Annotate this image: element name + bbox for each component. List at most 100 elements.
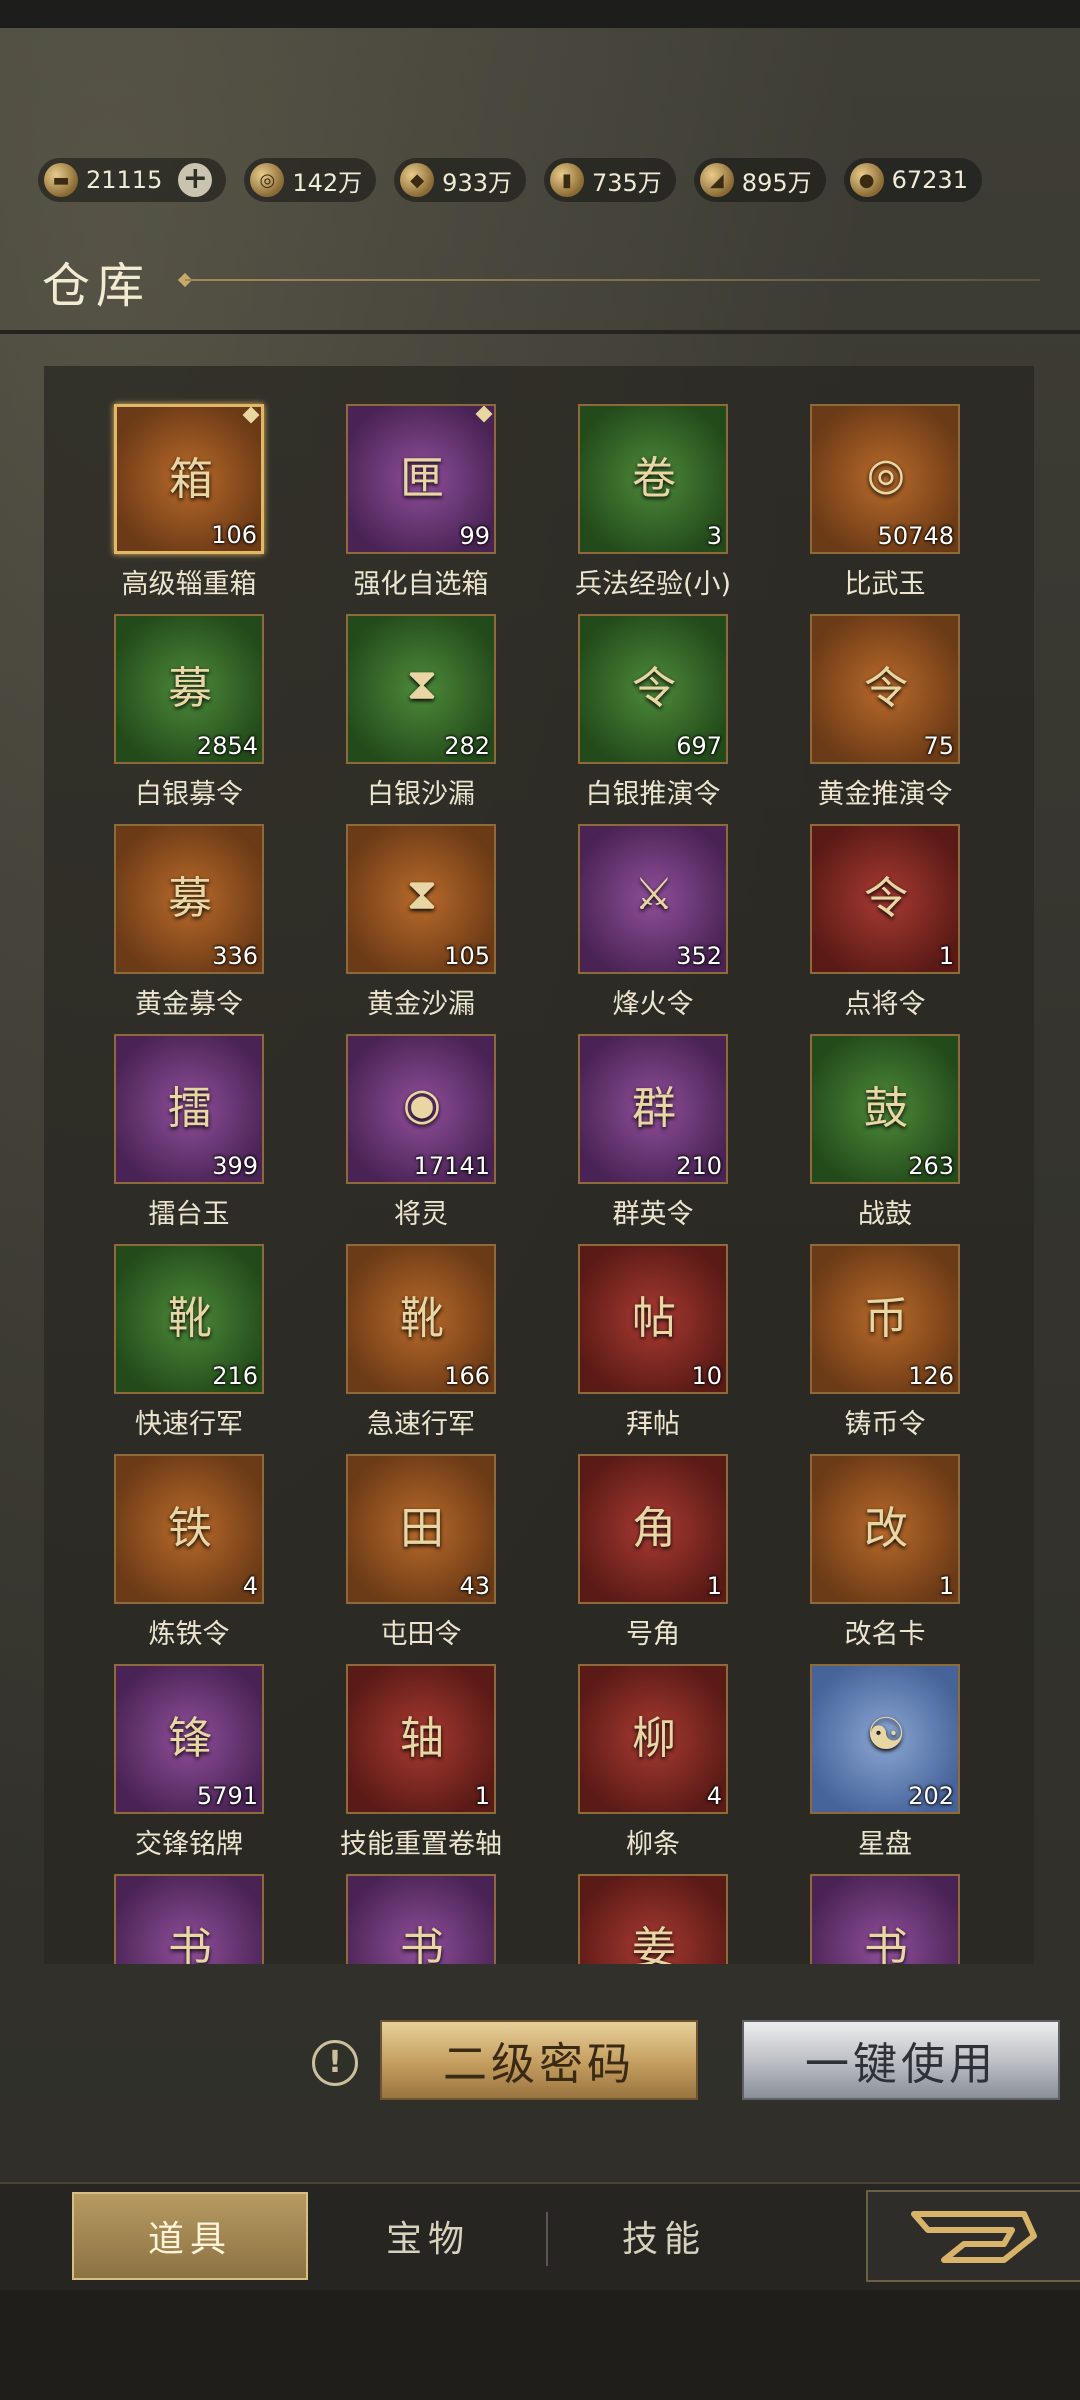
item-slot[interactable]: 募 336 黄金募令: [44, 786, 276, 1020]
item-slot[interactable]: ◉ 17141 将灵: [276, 996, 508, 1230]
item-slot[interactable]: 柳 4 柳条: [508, 1626, 740, 1860]
item-slot[interactable]: 姜: [508, 1836, 740, 1964]
item-art-icon: ☯: [866, 1708, 906, 1760]
item-icon-tile[interactable]: 令 697: [578, 614, 728, 764]
resource-bronze-medal: ● 67231: [843, 158, 982, 202]
item-icon-tile[interactable]: 靴 216: [114, 1244, 264, 1394]
item-slot[interactable]: ⧗ 105 黄金沙漏: [276, 786, 508, 1020]
use-all-button[interactable]: 一键使用: [742, 2020, 1060, 2100]
item-slot[interactable]: 轴 1 技能重置卷轴: [276, 1626, 508, 1860]
item-count: 1: [938, 1572, 954, 1600]
item-icon-tile[interactable]: 锋 5791: [114, 1664, 264, 1814]
item-slot[interactable]: ◎ 50748 比武玉: [740, 366, 972, 600]
item-art-icon: 书: [864, 1923, 908, 1964]
item-slot[interactable]: ⚔ 352 烽火令: [508, 786, 740, 1020]
item-icon-tile[interactable]: 募 2854: [114, 614, 264, 764]
item-icon-tile[interactable]: 匣 99: [346, 404, 496, 554]
item-slot[interactable]: 匣 99 强化自选箱: [276, 366, 508, 600]
item-count: 216: [212, 1362, 258, 1390]
item-art-icon: 田: [400, 1503, 444, 1554]
item-icon-tile[interactable]: 鼓 263: [810, 1034, 960, 1184]
warning-icon[interactable]: !: [312, 2040, 358, 2086]
item-slot[interactable]: 田 43 屯田令: [276, 1416, 508, 1650]
item-icon-tile[interactable]: 书: [810, 1874, 960, 1964]
item-slot[interactable]: 群 210 群英令: [508, 996, 740, 1230]
item-icon-tile[interactable]: 柳4: [578, 1664, 728, 1814]
item-icon-tile[interactable]: ⚔ 352: [578, 824, 728, 974]
item-slot[interactable]: 募 2854 白银募令: [44, 576, 276, 810]
item-slot[interactable]: 书: [740, 1836, 972, 1964]
item-icon-tile[interactable]: 轴1: [346, 1664, 496, 1814]
title-divider: [185, 279, 1040, 281]
item-slot[interactable]: 靴 216 快速行军: [44, 1206, 276, 1440]
tab-treasures[interactable]: 宝物: [310, 2192, 546, 2280]
item-icon-tile[interactable]: 书: [114, 1874, 264, 1964]
item-icon-tile[interactable]: 姜: [578, 1874, 728, 1964]
item-icon-tile[interactable]: 募 336: [114, 824, 264, 974]
item-icon-tile[interactable]: 令 75: [810, 614, 960, 764]
item-art-icon: 令: [632, 663, 676, 714]
item-slot[interactable]: 箱 106 高级辎重箱: [44, 366, 276, 600]
item-icon-tile[interactable]: 田 43: [346, 1454, 496, 1604]
item-icon-tile[interactable]: 币 126: [810, 1244, 960, 1394]
item-icon-tile[interactable]: 铁4: [114, 1454, 264, 1604]
secondary-password-button[interactable]: 二级密码: [380, 2020, 698, 2100]
item-slot[interactable]: ⧗ 282 白银沙漏: [276, 576, 508, 810]
item-slot[interactable]: 铁 4 炼铁令: [44, 1416, 276, 1650]
item-icon-tile[interactable]: ☯ 202: [810, 1664, 960, 1814]
item-count: 697: [676, 732, 722, 760]
item-icon-tile[interactable]: ◉ 17141: [346, 1034, 496, 1184]
item-icon-tile[interactable]: 群 210: [578, 1034, 728, 1184]
page-title: 仓库: [42, 258, 151, 314]
item-slot[interactable]: 书: [44, 1836, 276, 1964]
item-slot[interactable]: 令 697 白银推演令: [508, 576, 740, 810]
item-icon-tile[interactable]: ⧗ 282: [346, 614, 496, 764]
add-gold-button[interactable]: +: [178, 163, 213, 197]
resource-value: 735万: [591, 168, 662, 197]
item-icon-tile[interactable]: ◎ 50748: [810, 404, 960, 554]
item-icon-tile[interactable]: 靴 166: [346, 1244, 496, 1394]
item-art-icon: 书: [400, 1923, 444, 1964]
item-art-icon: 匣: [400, 453, 444, 504]
back-button[interactable]: [866, 2190, 1080, 2282]
tab-skills[interactable]: 技能: [546, 2192, 782, 2280]
item-icon-tile[interactable]: 角1: [578, 1454, 728, 1604]
item-count: 5791: [196, 1782, 258, 1810]
item-slot[interactable]: 令 75 黄金推演令: [740, 576, 972, 810]
gold-ingot-icon: ▬: [44, 163, 78, 197]
item-icon-tile[interactable]: 擂 399: [114, 1034, 264, 1184]
item-art-icon: ⧗: [406, 868, 438, 920]
item-icon-tile[interactable]: 卷3: [578, 404, 728, 554]
item-count: 75: [923, 732, 954, 760]
tab-items[interactable]: 道具: [72, 2192, 308, 2280]
item-icon-tile[interactable]: 改1: [810, 1454, 960, 1604]
item-slot[interactable]: 币 126 铸币令: [740, 1206, 972, 1440]
item-art-icon: 令: [864, 663, 908, 714]
item-art-icon: 募: [168, 873, 212, 924]
item-count: 50748: [877, 522, 954, 550]
item-art-icon: 币: [864, 1293, 908, 1344]
item-slot[interactable]: 擂 399 擂台玉: [44, 996, 276, 1230]
item-icon-tile[interactable]: 令1: [810, 824, 960, 974]
item-slot[interactable]: 帖 10 拜帖: [508, 1206, 740, 1440]
item-slot[interactable]: 书: [276, 1836, 508, 1964]
item-count: 17141: [413, 1152, 490, 1180]
item-slot[interactable]: ☯ 202 星盘: [740, 1626, 972, 1860]
item-slot[interactable]: 鼓 263 战鼓: [740, 996, 972, 1230]
item-art-icon: 铁: [168, 1503, 212, 1554]
item-grid-panel[interactable]: 箱 106 高级辎重箱匣 99 强化自选箱卷 3 兵法经验(小) ◎ 50748 比武玉募 2854…: [44, 366, 1034, 1964]
item-slot[interactable]: 令 1 点将令: [740, 786, 972, 1020]
item-icon-tile[interactable]: 书: [346, 1874, 496, 1964]
item-count: 210: [676, 1152, 722, 1180]
item-icon-tile[interactable]: ⧗ 105: [346, 824, 496, 974]
item-slot[interactable]: 改 1 改名卡: [740, 1416, 972, 1650]
item-slot[interactable]: 靴 166 急速行军: [276, 1206, 508, 1440]
item-slot[interactable]: 卷 3 兵法经验(小): [508, 366, 740, 600]
item-slot[interactable]: 锋 5791 交锋铭牌: [44, 1626, 276, 1860]
item-slot[interactable]: 角 1 号角: [508, 1416, 740, 1650]
warehouse-screen: ▬ 21115 + ◎ 142万 ◆ 933万 ▮ 735万 ◢ 895万 ● 67231 仓库 箱 10…: [0, 0, 1080, 2400]
item-icon-tile[interactable]: 帖 10: [578, 1244, 728, 1394]
status-strip: [0, 0, 1080, 28]
item-icon-tile[interactable]: 箱 106: [114, 404, 264, 554]
item-art-icon: 书: [168, 1923, 212, 1964]
